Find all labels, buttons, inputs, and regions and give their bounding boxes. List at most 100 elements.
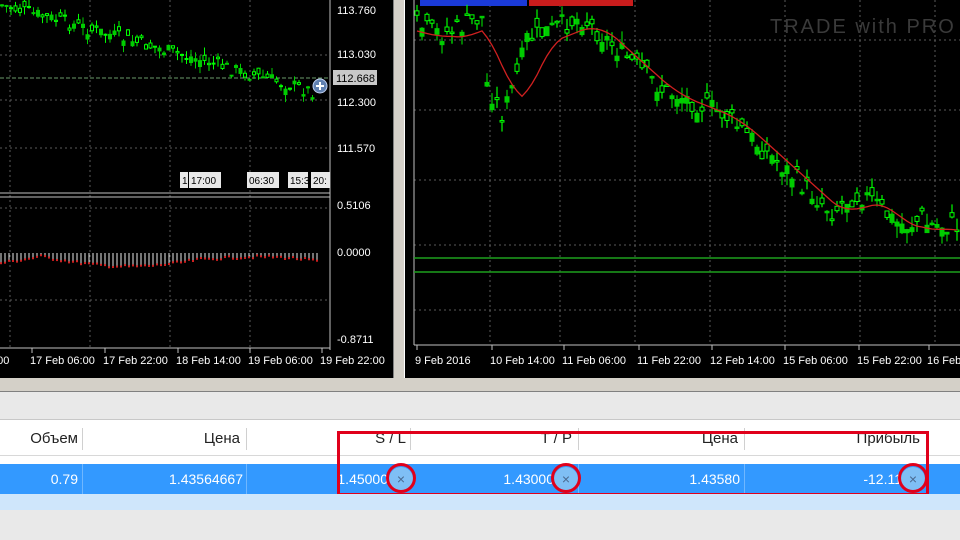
candle-body bbox=[99, 28, 103, 36]
signal-dot bbox=[204, 257, 206, 260]
candle-body bbox=[301, 94, 306, 97]
signal-dot bbox=[232, 257, 234, 260]
column-header-volume[interactable]: Объем bbox=[0, 422, 78, 456]
candle-body bbox=[889, 213, 895, 223]
candle-body bbox=[126, 29, 130, 36]
candle-body bbox=[914, 215, 920, 222]
candle-body bbox=[879, 198, 885, 205]
candle-body bbox=[58, 12, 63, 17]
candle-body bbox=[834, 205, 840, 212]
candle-body bbox=[799, 191, 805, 195]
watermark: TRADE with PRO bbox=[770, 16, 956, 38]
indicator-label: 0.5106 bbox=[337, 200, 371, 212]
time-label: 11 Feb 22:00 bbox=[637, 355, 701, 367]
candle-body bbox=[292, 80, 297, 85]
candle-body bbox=[604, 35, 610, 41]
candle-body bbox=[117, 26, 121, 32]
signal-dot bbox=[212, 258, 214, 261]
candle-body bbox=[162, 52, 166, 56]
candle-body bbox=[153, 45, 157, 48]
candle-body bbox=[744, 127, 750, 134]
signal-dot bbox=[116, 265, 118, 268]
signal-dot bbox=[296, 258, 298, 261]
window-splitter[interactable] bbox=[393, 0, 405, 390]
column-header-price[interactable]: Цена bbox=[90, 422, 240, 456]
annotation-circle-tp bbox=[551, 463, 581, 493]
candle-body bbox=[674, 98, 680, 107]
candle-body bbox=[679, 97, 685, 104]
signal-dot bbox=[172, 261, 174, 264]
candle-body bbox=[279, 85, 283, 88]
candle-body bbox=[694, 112, 700, 123]
candle-body bbox=[22, 0, 27, 8]
candle-body bbox=[40, 14, 45, 18]
candle-body bbox=[193, 58, 198, 62]
signal-dot bbox=[76, 260, 78, 263]
candle-body bbox=[534, 17, 540, 28]
signal-dot bbox=[44, 255, 46, 258]
candle-body bbox=[459, 31, 465, 37]
buy-panel-bar[interactable] bbox=[420, 0, 527, 6]
signal-dot bbox=[104, 264, 106, 267]
signal-dot bbox=[196, 257, 198, 260]
right-chart-canvas[interactable]: TRADE with PRO 9 Feb 2016 10 Feb 14:00 11 … bbox=[405, 0, 960, 378]
candle-body bbox=[207, 62, 211, 66]
event-tag: 1 bbox=[182, 176, 188, 187]
event-tag: 20: bbox=[313, 176, 327, 187]
event-tags: 1 17:00 06:30 15:3 20: bbox=[180, 172, 330, 188]
candle-body bbox=[949, 212, 955, 218]
time-label: 9 Feb 2016 bbox=[415, 355, 471, 367]
candle-body bbox=[754, 146, 760, 155]
signal-dot bbox=[108, 266, 110, 269]
candle-body bbox=[609, 41, 615, 47]
candle-body bbox=[265, 73, 270, 78]
candle-body bbox=[144, 44, 148, 50]
sell-panel-bar[interactable] bbox=[529, 0, 633, 6]
annotation-circle-profit bbox=[898, 463, 928, 493]
candle-body bbox=[544, 26, 550, 37]
candle-body bbox=[849, 200, 855, 208]
time-label: 15 Feb 06:00 bbox=[783, 355, 848, 367]
candle-body bbox=[85, 34, 90, 40]
signal-dot bbox=[100, 263, 102, 266]
candle-body bbox=[27, 6, 31, 9]
candle-body bbox=[112, 30, 117, 36]
candle-body bbox=[554, 20, 560, 24]
candle-body bbox=[225, 62, 229, 65]
chart-window-right[interactable]: TRADE with PRO 9 Feb 2016 10 Feb 14:00 11 … bbox=[405, 0, 960, 378]
signal-dot bbox=[216, 258, 218, 261]
candle-body bbox=[484, 81, 490, 87]
candle-body bbox=[894, 221, 900, 227]
candle-body bbox=[929, 222, 935, 226]
candle-body bbox=[139, 35, 144, 39]
candle-body bbox=[171, 45, 175, 49]
chart-window-left[interactable]: 113.760 113.030 112.668 112.300 111.570 … bbox=[0, 0, 393, 378]
time-label: 0:00 bbox=[0, 355, 9, 367]
candle-body bbox=[36, 9, 40, 17]
candle-body bbox=[72, 23, 76, 29]
event-tag: 15:3 bbox=[290, 176, 310, 187]
candle-body bbox=[434, 28, 440, 35]
signal-dot bbox=[288, 257, 290, 260]
signal-dot bbox=[224, 256, 226, 259]
candle-body bbox=[238, 68, 243, 74]
candle-body bbox=[629, 54, 635, 60]
price-label: 111.570 bbox=[337, 143, 375, 155]
candle-body bbox=[220, 63, 225, 69]
indicator-label: -0.8711 bbox=[337, 334, 374, 346]
left-chart-canvas[interactable]: 113.760 113.030 112.668 112.300 111.570 … bbox=[0, 0, 393, 378]
signal-dot bbox=[280, 255, 282, 258]
candle-body bbox=[884, 210, 890, 218]
candle-body bbox=[261, 76, 265, 79]
chart-nav-icon[interactable] bbox=[312, 78, 328, 94]
candle-body bbox=[76, 19, 81, 24]
time-label: 11 Feb 06:00 bbox=[562, 355, 626, 367]
candle-body bbox=[252, 71, 256, 76]
candle-body bbox=[306, 86, 310, 89]
signal-dot bbox=[240, 257, 242, 260]
signal-dot bbox=[256, 254, 258, 257]
candle-body bbox=[94, 25, 99, 28]
candle-body bbox=[539, 27, 545, 38]
event-tag: 17:00 bbox=[191, 176, 216, 187]
candle-body bbox=[934, 223, 940, 228]
